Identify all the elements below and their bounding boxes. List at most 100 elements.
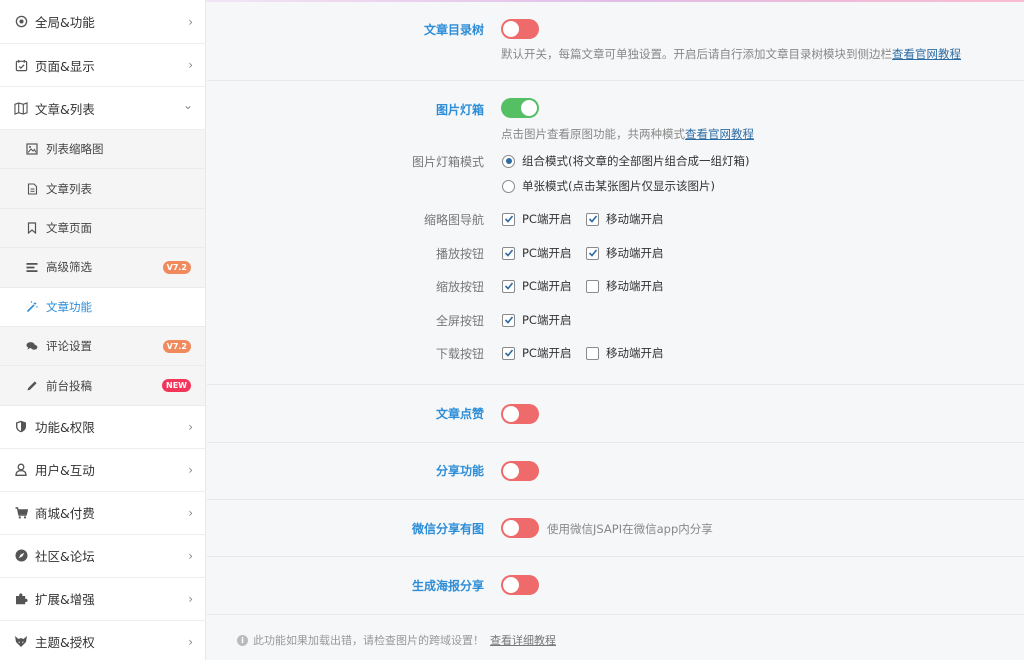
lightbox-tutorial-link[interactable]: 查看官网教程 — [685, 127, 754, 141]
sidebar-subitem-frontend-submit[interactable]: 前台投稿 NEW — [0, 366, 205, 405]
wechat-share-toggle[interactable] — [501, 518, 539, 538]
chevron-down-icon: ⌄ — [183, 98, 193, 112]
like-toggle[interactable] — [501, 404, 539, 424]
chevron-right-icon: › — [188, 15, 193, 29]
mode-option-single[interactable]: 单张模式(点击某张图片仅显示该图片) — [502, 178, 715, 194]
sidebar-item-label: 商城&付费 — [35, 503, 188, 522]
sidebar-item-page-display[interactable]: 页面&显示 › — [0, 44, 205, 87]
sidebar-item-article-list[interactable]: 文章&列表 ⌄ — [0, 87, 205, 130]
wechat-share-description: 使用微信JSAPI在微信app内分享 — [547, 521, 713, 537]
wechat-share-label: 微信分享有图 — [207, 520, 484, 537]
toggle-knob — [503, 406, 519, 422]
lightbox-label: 图片灯箱 — [207, 101, 484, 118]
checkbox[interactable] — [502, 213, 515, 226]
toggle-knob — [503, 21, 519, 37]
sidebar-item-label: 全局&功能 — [35, 12, 188, 31]
checkbox[interactable] — [586, 213, 599, 226]
sidebar-subitem-label: 文章页面 — [46, 220, 191, 236]
shield-icon — [14, 420, 28, 434]
sidebar-item-extensions[interactable]: 扩展&增强 › — [0, 578, 205, 621]
calendar-check-icon — [14, 58, 28, 72]
sidebar-subitem-label: 前台投稿 — [46, 378, 162, 394]
checkbox[interactable] — [586, 280, 599, 293]
lightbox-toggle[interactable] — [501, 98, 539, 118]
checkbox[interactable] — [502, 347, 515, 360]
sidebar-item-global[interactable]: 全局&功能 › — [0, 0, 205, 44]
target-icon — [14, 15, 28, 29]
thumbnail-nav-mobile[interactable]: 移动端开启 — [586, 211, 664, 227]
sidebar-subitem-label: 文章功能 — [46, 299, 191, 315]
toc-tutorial-link[interactable]: 查看官网教程 — [892, 47, 961, 61]
like-section: 文章点赞 — [207, 385, 1024, 443]
option-label: 移动端开启 — [606, 211, 664, 227]
sidebar-item-permissions[interactable]: 功能&权限 › — [0, 406, 205, 449]
checkbox[interactable] — [586, 247, 599, 260]
sidebar-subitem-label: 高级筛选 — [46, 259, 163, 275]
fullscreen-button-pc[interactable]: PC端开启 — [502, 312, 571, 328]
toc-description: 默认开关，每篇文章可单独设置。开启后请自行添加文章目录树模块到侧边栏查看官网教程 — [501, 46, 961, 62]
mode-option-combined[interactable]: 组合模式(将文章的全部图片组合成一组灯箱) — [502, 153, 749, 169]
checkbox[interactable] — [502, 247, 515, 260]
sidebar-subitem-advanced-filter[interactable]: 高级筛选 V7.2 — [0, 248, 205, 287]
filter-lines-icon — [26, 261, 38, 273]
fox-logo-icon — [14, 635, 28, 649]
poster-section: 生成海报分享 — [207, 557, 1024, 615]
sidebar-item-community[interactable]: 社区&论坛 › — [0, 535, 205, 578]
chevron-right-icon: › — [188, 592, 193, 606]
play-button-label: 播放按钮 — [207, 245, 484, 262]
lightbox-section: 图片灯箱 点击图片查看原图功能，共两种模式查看官网教程 图片灯箱模式 组合模式(… — [207, 81, 1024, 385]
option-label: PC端开启 — [522, 312, 571, 328]
sidebar-subitem-article-features[interactable]: 文章功能 — [0, 288, 205, 327]
radio-combined[interactable] — [502, 155, 515, 168]
cart-icon — [14, 506, 28, 520]
checkbox[interactable] — [586, 347, 599, 360]
sidebar-item-theme-license[interactable]: 主题&授权 › — [0, 621, 205, 660]
toc-section: 文章目录树 默认开关，每篇文章可单独设置。开启后请自行添加文章目录树模块到侧边栏… — [207, 0, 1024, 81]
download-button-pc[interactable]: PC端开启 — [502, 345, 571, 361]
sidebar-item-label: 用户&互动 — [35, 460, 188, 479]
download-button-mobile[interactable]: 移动端开启 — [586, 345, 664, 361]
sidebar-item-shop[interactable]: 商城&付费 › — [0, 492, 205, 535]
lightbox-desc-text: 点击图片查看原图功能，共两种模式 — [501, 127, 685, 141]
radio-single[interactable] — [502, 180, 515, 193]
magic-wand-icon — [26, 301, 38, 313]
toc-toggle[interactable] — [501, 19, 539, 39]
toc-desc-text: 默认开关，每篇文章可单独设置。开启后请自行添加文章目录树模块到侧边栏 — [501, 47, 892, 61]
option-label: 移动端开启 — [606, 278, 664, 294]
sidebar-subitem-article-page[interactable]: 文章页面 — [0, 209, 205, 248]
sidebar-subitem-label: 文章列表 — [46, 181, 191, 197]
like-label: 文章点赞 — [207, 405, 484, 422]
play-button-pc[interactable]: PC端开启 — [502, 245, 571, 261]
toggle-knob — [503, 463, 519, 479]
zoom-button-mobile[interactable]: 移动端开启 — [586, 278, 664, 294]
user-icon — [14, 463, 28, 477]
play-button-mobile[interactable]: 移动端开启 — [586, 245, 664, 261]
sidebar-subitem-article-list[interactable]: 文章列表 — [0, 169, 205, 208]
share-section: 分享功能 — [207, 443, 1024, 500]
share-label: 分享功能 — [207, 462, 484, 479]
fullscreen-button-label: 全屏按钮 — [207, 312, 484, 329]
comments-icon — [26, 340, 38, 352]
chevron-right-icon: › — [188, 506, 193, 520]
zoom-button-pc[interactable]: PC端开启 — [502, 278, 571, 294]
sidebar-subitem-thumbnail[interactable]: 列表缩略图 — [0, 130, 205, 169]
download-button-label: 下载按钮 — [207, 345, 484, 362]
toggle-knob — [503, 520, 519, 536]
checkbox[interactable] — [502, 314, 515, 327]
poster-toggle[interactable] — [501, 575, 539, 595]
sidebar-subitem-label: 评论设置 — [46, 338, 163, 354]
thumbnail-nav-pc[interactable]: PC端开启 — [502, 211, 571, 227]
option-label: 移动端开启 — [606, 345, 664, 361]
chevron-right-icon: › — [188, 549, 193, 563]
sidebar: 全局&功能 › 页面&显示 › 文章&列表 ⌄ 列表缩略图 文章列表 — [0, 0, 206, 660]
puzzle-icon — [14, 592, 28, 606]
checkbox[interactable] — [502, 280, 515, 293]
share-toggle[interactable] — [501, 461, 539, 481]
sidebar-item-label: 功能&权限 — [35, 417, 188, 436]
sidebar-item-users[interactable]: 用户&互动 › — [0, 449, 205, 492]
chevron-right-icon: › — [188, 463, 193, 477]
sidebar-subitem-comments[interactable]: 评论设置 V7.2 — [0, 327, 205, 366]
detailed-tutorial-link[interactable]: 查看详细教程 — [490, 632, 556, 648]
toggle-knob — [503, 577, 519, 593]
chevron-right-icon: › — [188, 58, 193, 72]
